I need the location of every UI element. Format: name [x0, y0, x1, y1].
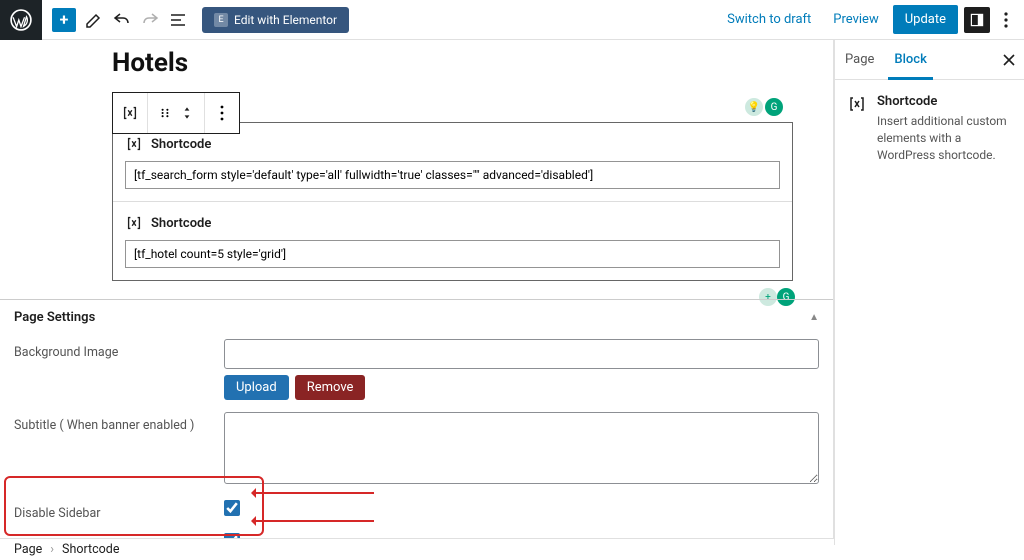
grammarly-icon[interactable]: G	[765, 98, 783, 116]
upload-button[interactable]: Upload	[224, 375, 289, 400]
block-options-icon[interactable]	[213, 104, 231, 122]
elementor-label: Edit with Elementor	[234, 13, 337, 27]
undo-icon[interactable]	[112, 10, 132, 30]
wordpress-logo[interactable]	[0, 0, 42, 40]
shortcode-icon	[125, 214, 143, 232]
bg-image-label: Background Image	[14, 339, 224, 360]
page-settings-title[interactable]: Page Settings ▲	[0, 300, 833, 335]
shortcode-block-group: Shortcode Shortcode	[112, 122, 793, 281]
shortcode-input[interactable]	[125, 240, 780, 268]
options-menu-icon[interactable]	[996, 7, 1016, 33]
switch-to-draft-button[interactable]: Switch to draft	[719, 6, 819, 33]
editor-canvas: Hotels	[0, 40, 834, 545]
editor-topbar: + E Edit with Elementor Switch to draft …	[0, 0, 1024, 40]
redo-icon[interactable]	[140, 10, 160, 30]
edit-with-elementor-button[interactable]: E Edit with Elementor	[202, 7, 349, 33]
shortcode-label: Shortcode	[151, 216, 211, 231]
topbar-right: Switch to draft Preview Update	[719, 5, 1024, 34]
shortcode-icon	[125, 135, 143, 153]
edit-mode-icon[interactable]	[84, 10, 104, 30]
sidebar-block-info: Shortcode Insert additional custom eleme…	[835, 80, 1024, 177]
topbar-left: + E Edit with Elementor	[0, 0, 349, 39]
move-up-down-icon[interactable]	[178, 104, 196, 122]
shortcode-block-icon[interactable]	[121, 104, 139, 122]
document-outline-icon[interactable]	[168, 10, 188, 30]
update-button[interactable]: Update	[893, 5, 958, 34]
subtitle-textarea[interactable]	[224, 412, 819, 484]
add-block-button[interactable]: +	[52, 8, 76, 32]
background-image-row: Background Image Upload Remove	[0, 335, 833, 408]
shortcode-icon	[847, 94, 867, 114]
preview-button[interactable]: Preview	[825, 6, 886, 33]
disable-sidebar-label: Disable Sidebar	[14, 500, 224, 521]
page-title[interactable]: Hotels	[112, 48, 833, 78]
subtitle-label: Subtitle ( When banner enabled )	[14, 412, 224, 433]
settings-sidebar-toggle[interactable]	[964, 7, 990, 33]
shortcode-input[interactable]	[125, 161, 780, 189]
tab-block[interactable]: Block	[884, 40, 936, 79]
sidebar-block-title: Shortcode	[877, 94, 1012, 109]
sidebar-block-desc: Insert additional custom elements with a…	[877, 113, 1012, 163]
breadcrumb: Page › Shortcode	[0, 538, 834, 560]
breadcrumb-separator: ›	[50, 542, 54, 557]
block-toolbar	[112, 92, 240, 134]
breadcrumb-root[interactable]: Page	[14, 542, 42, 557]
remove-button[interactable]: Remove	[295, 375, 366, 400]
collapse-icon[interactable]: ▲	[809, 312, 819, 323]
sidebar-tabs: Page Block	[835, 40, 1024, 80]
drag-handle-icon[interactable]	[156, 104, 174, 122]
editor-main: Hotels	[0, 40, 1024, 545]
breadcrumb-current[interactable]: Shortcode	[62, 542, 119, 557]
elementor-icon: E	[214, 13, 228, 27]
bg-image-input[interactable]	[224, 339, 819, 369]
shortcode-block[interactable]: Shortcode	[113, 202, 792, 280]
disable-sidebar-row: Disable Sidebar	[0, 496, 833, 529]
subtitle-row: Subtitle ( When banner enabled )	[0, 408, 833, 496]
assistant-hint-icon[interactable]: 💡	[745, 98, 763, 116]
tab-page[interactable]: Page	[835, 40, 884, 79]
disable-sidebar-checkbox[interactable]	[224, 500, 240, 516]
shortcode-block[interactable]: Shortcode	[113, 123, 792, 202]
close-sidebar-icon[interactable]	[994, 40, 1024, 79]
shortcode-label: Shortcode	[151, 137, 211, 152]
settings-sidebar: Page Block Shortcode Insert additional c…	[834, 40, 1024, 545]
page-settings-panel: Page Settings ▲ Background Image Upload …	[0, 299, 833, 545]
